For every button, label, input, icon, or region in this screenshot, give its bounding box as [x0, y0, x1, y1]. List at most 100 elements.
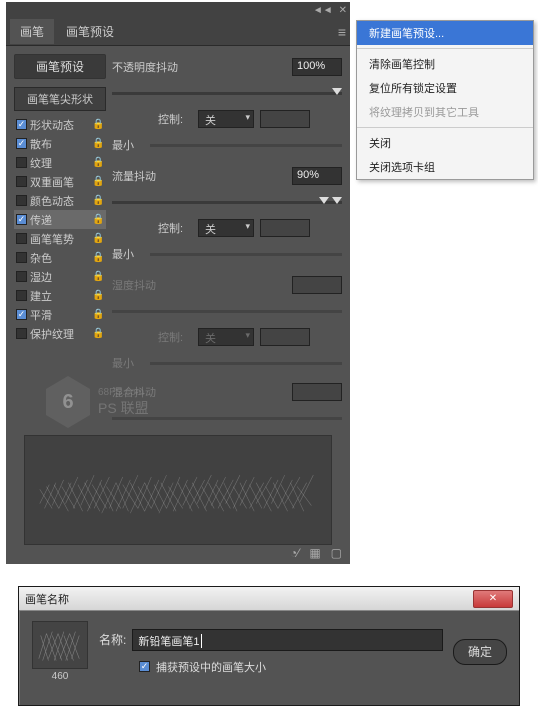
- settings-column: 不透明度抖动 100% 控制: 关 最小 流量抖动 90% 控制:: [112, 54, 342, 431]
- lock-icon[interactable]: 🔒: [92, 214, 104, 226]
- wet-control-select: 关: [198, 328, 254, 346]
- flow-jitter-value[interactable]: 90%: [292, 167, 342, 185]
- option-checkbox[interactable]: [16, 271, 27, 282]
- wet-jitter-value: [292, 276, 342, 294]
- mix-jitter-label: 混合抖动: [112, 384, 286, 400]
- option-checkbox[interactable]: [16, 138, 27, 149]
- option-checkbox[interactable]: [16, 176, 27, 187]
- option-checkbox[interactable]: [16, 233, 27, 244]
- panel-footer: ◔⁄ ▦ ▢: [290, 546, 342, 560]
- option-checkbox[interactable]: [16, 119, 27, 130]
- name-label: 名称:: [99, 631, 126, 648]
- option-row-7[interactable]: 杂色🔒: [14, 248, 106, 267]
- option-label: 保护纹理: [30, 326, 89, 342]
- wet-min-slider: [150, 362, 342, 365]
- trash-icon[interactable]: ▢: [331, 546, 342, 560]
- tab-brush-presets[interactable]: 画笔预设: [56, 19, 124, 44]
- brush-preview: [24, 435, 332, 545]
- close-panel-icon[interactable]: ✕: [339, 5, 347, 16]
- option-label: 画笔笔势: [30, 231, 89, 247]
- option-row-11[interactable]: 保护纹理🔒: [14, 324, 106, 343]
- lock-icon[interactable]: 🔒: [92, 271, 104, 283]
- menu-close[interactable]: 关闭: [357, 131, 533, 155]
- option-checkbox[interactable]: [16, 195, 27, 206]
- lock-icon[interactable]: 🔒: [92, 328, 104, 340]
- option-row-2[interactable]: 纹理🔒: [14, 153, 106, 172]
- option-checkbox[interactable]: [16, 328, 27, 339]
- opacity-control-select[interactable]: 关: [198, 110, 254, 128]
- option-checkbox[interactable]: [16, 290, 27, 301]
- opacity-control-label: 控制:: [158, 111, 192, 127]
- options-column: 画笔预设 画笔笔尖形状 形状动态🔒散布🔒纹理🔒双重画笔🔒颜色动态🔒传递🔒画笔笔势…: [14, 54, 106, 431]
- option-row-8[interactable]: 湿边🔒: [14, 267, 106, 286]
- flow-control-label: 控制:: [158, 220, 192, 236]
- menu-new-brush-preset[interactable]: 新建画笔预设...: [357, 21, 533, 45]
- option-row-4[interactable]: 颜色动态🔒: [14, 191, 106, 210]
- tab-brush[interactable]: 画笔: [10, 19, 54, 44]
- ok-button[interactable]: 确定: [453, 639, 507, 665]
- flow-jitter-slider[interactable]: [112, 201, 342, 204]
- flow-min-label: 最小: [112, 246, 144, 262]
- opacity-control-value: [260, 110, 310, 128]
- option-row-3[interactable]: 双重画笔🔒: [14, 172, 106, 191]
- wet-control-value: [260, 328, 310, 346]
- new-preset-icon[interactable]: ▦: [309, 546, 320, 560]
- option-checkbox[interactable]: [16, 309, 27, 320]
- option-label: 建立: [30, 288, 89, 304]
- option-label: 形状动态: [30, 117, 89, 133]
- flow-control-value: [260, 219, 310, 237]
- option-row-6[interactable]: 画笔笔势🔒: [14, 229, 106, 248]
- mix-jitter-value: [292, 383, 342, 401]
- option-label: 杂色: [30, 250, 89, 266]
- lock-icon[interactable]: 🔒: [92, 157, 104, 169]
- menu-reset-locked[interactable]: 复位所有锁定设置: [357, 76, 533, 100]
- capture-size-checkbox[interactable]: [139, 661, 150, 672]
- opacity-jitter-label: 不透明度抖动: [112, 59, 286, 75]
- panel-menu: 新建画笔预设... 清除画笔控制 复位所有锁定设置 将纹理拷贝到其它工具 关闭 …: [356, 20, 534, 180]
- lock-icon[interactable]: 🔒: [92, 195, 104, 207]
- wet-jitter-label: 湿度抖动: [112, 277, 286, 293]
- dialog-thumbnail: 460: [31, 621, 89, 682]
- option-row-1[interactable]: 散布🔒: [14, 134, 106, 153]
- lock-icon[interactable]: 🔒: [92, 233, 104, 245]
- lock-icon[interactable]: 🔒: [92, 290, 104, 302]
- dialog-close-button[interactable]: ✕: [473, 590, 513, 608]
- lock-icon[interactable]: 🔒: [92, 119, 104, 131]
- capture-size-label: 捕获预设中的画笔大小: [156, 659, 266, 675]
- dialog-title: 画笔名称: [25, 591, 69, 607]
- brush-presets-button[interactable]: 画笔预设: [14, 54, 106, 79]
- flow-jitter-label: 流量抖动: [112, 168, 286, 184]
- option-label: 湿边: [30, 269, 89, 285]
- brush-name-dialog: 画笔名称 ✕ 460 名称: 新铅笔画笔1 捕获预设中的画笔大小: [18, 586, 520, 706]
- toggle-preview-icon[interactable]: ◔⁄: [290, 546, 299, 560]
- opacity-min-slider: [150, 144, 342, 147]
- option-row-5[interactable]: 传递🔒: [14, 210, 106, 229]
- panel-titlebar: ◄◄ ✕: [6, 2, 350, 18]
- option-label: 平滑: [30, 307, 89, 323]
- option-checkbox[interactable]: [16, 214, 27, 225]
- lock-icon[interactable]: 🔒: [92, 138, 104, 150]
- option-row-9[interactable]: 建立🔒: [14, 286, 106, 305]
- panel-menu-icon[interactable]: ≡: [338, 24, 346, 40]
- option-row-0[interactable]: 形状动态🔒: [14, 115, 106, 134]
- brush-panel: ◄◄ ✕ 画笔 画笔预设 ≡ 画笔预设 画笔笔尖形状 形状动态🔒散布🔒纹理🔒双重…: [6, 2, 350, 564]
- opacity-jitter-slider[interactable]: [112, 92, 342, 95]
- menu-copy-texture: 将纹理拷贝到其它工具: [357, 100, 533, 124]
- lock-icon[interactable]: 🔒: [92, 252, 104, 264]
- option-checkbox[interactable]: [16, 157, 27, 168]
- lock-icon[interactable]: 🔒: [92, 309, 104, 321]
- option-checkbox[interactable]: [16, 252, 27, 263]
- brush-tip-shape-header[interactable]: 画笔笔尖形状: [14, 87, 106, 111]
- wet-min-label: 最小: [112, 355, 144, 371]
- option-label: 散布: [30, 136, 89, 152]
- menu-clear-brush-controls[interactable]: 清除画笔控制: [357, 52, 533, 76]
- tabs: 画笔 画笔预设 ≡: [6, 18, 350, 46]
- menu-close-tab-group[interactable]: 关闭选项卡组: [357, 155, 533, 179]
- collapse-icon[interactable]: ◄◄: [313, 5, 333, 16]
- option-row-10[interactable]: 平滑🔒: [14, 305, 106, 324]
- opacity-jitter-value[interactable]: 100%: [292, 58, 342, 76]
- option-label: 纹理: [30, 155, 89, 171]
- brush-name-input[interactable]: 新铅笔画笔1: [132, 629, 443, 651]
- flow-control-select[interactable]: 关: [198, 219, 254, 237]
- lock-icon[interactable]: 🔒: [92, 176, 104, 188]
